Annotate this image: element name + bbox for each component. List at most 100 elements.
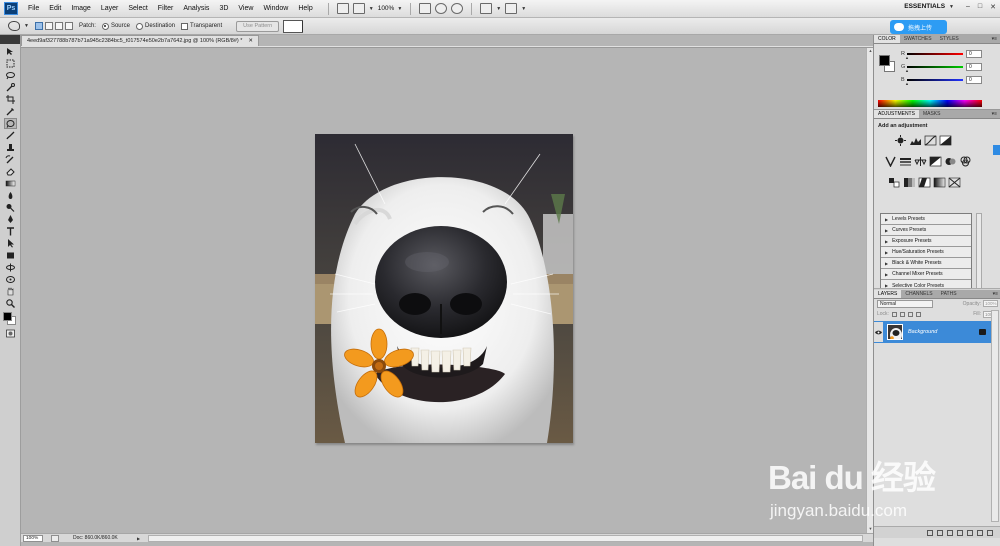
brush-tool-icon[interactable] [5, 131, 16, 140]
crop-tool-icon[interactable] [5, 95, 16, 104]
tab-adjustments[interactable]: ADJUSTMENTS [874, 110, 919, 118]
preset-curves[interactable]: ▶ Curves Presets [881, 225, 971, 236]
link-layers-icon[interactable] [927, 529, 933, 536]
vibrance-icon[interactable] [884, 156, 897, 167]
pattern-picker[interactable] [283, 19, 304, 33]
levels-icon[interactable] [909, 135, 922, 146]
status-zoom-field[interactable]: 100% [23, 534, 43, 542]
preset-channel-mixer[interactable]: ▶ Channel Mixer Presets [881, 269, 971, 280]
foreground-color-swatch[interactable] [3, 312, 12, 321]
chevron-down-icon[interactable]: ▼ [369, 6, 374, 12]
color-balance-icon[interactable] [914, 156, 927, 167]
pen-tool-icon[interactable] [5, 215, 16, 224]
path-selection-tool-icon[interactable] [5, 239, 16, 248]
color-spectrum-ramp[interactable] [878, 100, 982, 107]
panel-collapse-strip[interactable] [993, 145, 1000, 155]
black-white-icon[interactable] [929, 156, 942, 167]
green-gradient-bar[interactable] [905, 66, 963, 73]
new-group-icon[interactable] [967, 529, 973, 536]
brightness-contrast-icon[interactable] [894, 135, 907, 146]
exposure-icon[interactable] [939, 135, 952, 146]
tab-color[interactable]: COLOR [874, 35, 900, 43]
close-icon[interactable]: ✕ [248, 38, 253, 44]
transparent-checkbox[interactable]: Transparent [181, 22, 222, 30]
menu-filter[interactable]: Filter [153, 5, 179, 12]
healing-brush-tool-icon[interactable] [3, 118, 17, 129]
opacity-field[interactable]: 100% [983, 300, 998, 307]
lasso-tool-icon[interactable] [5, 71, 16, 80]
document-tab[interactable]: 4eed9af327788b787b71a945c2384bc5_t017574… [21, 35, 259, 46]
tab-masks[interactable]: MASKS [919, 110, 945, 118]
tab-paths[interactable]: PATHS [937, 290, 961, 298]
presets-scrollbar[interactable] [976, 213, 982, 291]
rotate-view-icon[interactable] [451, 3, 464, 14]
add-mask-icon[interactable] [947, 529, 953, 536]
delete-layer-icon[interactable] [987, 529, 993, 536]
3d-orbit-tool-icon[interactable] [5, 275, 16, 284]
foreground-color-swatch[interactable] [879, 55, 890, 66]
layer-style-icon[interactable] [937, 529, 943, 536]
quick-selection-tool-icon[interactable] [5, 83, 16, 92]
menu-analysis[interactable]: Analysis [178, 5, 214, 12]
new-selection-icon[interactable] [34, 22, 43, 30]
menu-window[interactable]: Window [258, 5, 293, 12]
move-tool-icon[interactable] [5, 47, 16, 56]
color-swatches[interactable] [3, 312, 17, 326]
baidu-upload-button[interactable]: 拖拽上传 [890, 20, 947, 34]
patch-tool-icon[interactable] [8, 21, 20, 31]
menu-image[interactable]: Image [66, 5, 95, 12]
adjustment-layer-icon[interactable] [957, 529, 963, 536]
red-value-field[interactable]: 0 [966, 50, 982, 58]
maximize-icon[interactable]: □ [978, 3, 982, 11]
type-tool-icon[interactable] [5, 227, 16, 236]
blue-value-field[interactable]: 0 [966, 76, 982, 84]
gradient-map-icon[interactable] [933, 177, 946, 188]
use-pattern-button[interactable]: Use Pattern [236, 20, 280, 32]
preset-black-white[interactable]: ▶ Black & White Presets [881, 258, 971, 269]
tab-styles[interactable]: STYLES [936, 35, 963, 43]
blue-channel-slider[interactable]: B 0 [901, 75, 991, 86]
panel-menu-icon[interactable]: ▾≡ [992, 111, 997, 117]
green-channel-slider[interactable]: G 0 [901, 62, 991, 73]
menu-edit[interactable]: Edit [44, 5, 66, 12]
layer-row-background[interactable]: Background [874, 321, 991, 343]
visibility-eye-icon[interactable] [874, 322, 883, 342]
chevron-down-icon[interactable]: ▼ [24, 23, 29, 29]
menu-select[interactable]: Select [123, 5, 152, 12]
green-value-field[interactable]: 0 [966, 63, 982, 71]
hand-tool-icon[interactable] [5, 287, 16, 296]
minimize-icon[interactable]: – [966, 3, 970, 11]
posterize-icon[interactable] [903, 177, 916, 188]
gradient-tool-icon[interactable] [5, 179, 16, 188]
lock-image-icon[interactable] [899, 311, 905, 317]
blur-tool-icon[interactable] [5, 191, 16, 200]
eyedropper-tool-icon[interactable] [5, 107, 16, 116]
subtract-from-selection-icon[interactable] [54, 22, 63, 30]
eraser-tool-icon[interactable] [5, 167, 16, 176]
quick-mask-icon[interactable] [5, 329, 16, 338]
tab-swatches[interactable]: SWATCHES [900, 35, 936, 43]
lock-all-icon[interactable] [915, 311, 921, 317]
panel-menu-icon[interactable]: ▾≡ [992, 36, 997, 42]
zoom-tool-icon[interactable] [435, 3, 448, 14]
arrange-documents-icon[interactable] [480, 3, 493, 14]
preset-exposure[interactable]: ▶ Exposure Presets [881, 236, 971, 247]
lock-transparent-icon[interactable] [891, 311, 897, 317]
add-to-selection-icon[interactable] [44, 22, 53, 30]
blend-mode-select[interactable]: Normal [877, 300, 933, 308]
document-canvas-image[interactable] [315, 134, 573, 443]
invert-icon[interactable] [888, 177, 901, 188]
photo-filter-icon[interactable] [944, 156, 957, 167]
clone-stamp-tool-icon[interactable] [5, 143, 16, 152]
curves-icon[interactable] [924, 135, 937, 146]
hand-tool-icon[interactable] [419, 3, 432, 14]
zoom-level-select[interactable]: 100% ▼ [378, 5, 403, 12]
hue-saturation-icon[interactable] [899, 156, 912, 167]
status-menu-arrow-icon[interactable]: ▶ [137, 536, 140, 541]
chevron-down-icon[interactable]: ▼ [521, 6, 526, 12]
tools-panel-grip[interactable] [0, 35, 20, 44]
menu-file[interactable]: File [23, 5, 44, 12]
lock-position-icon[interactable] [907, 311, 913, 317]
screen-mode-icon[interactable] [505, 3, 518, 14]
chevron-down-icon[interactable]: ▼ [496, 6, 501, 12]
